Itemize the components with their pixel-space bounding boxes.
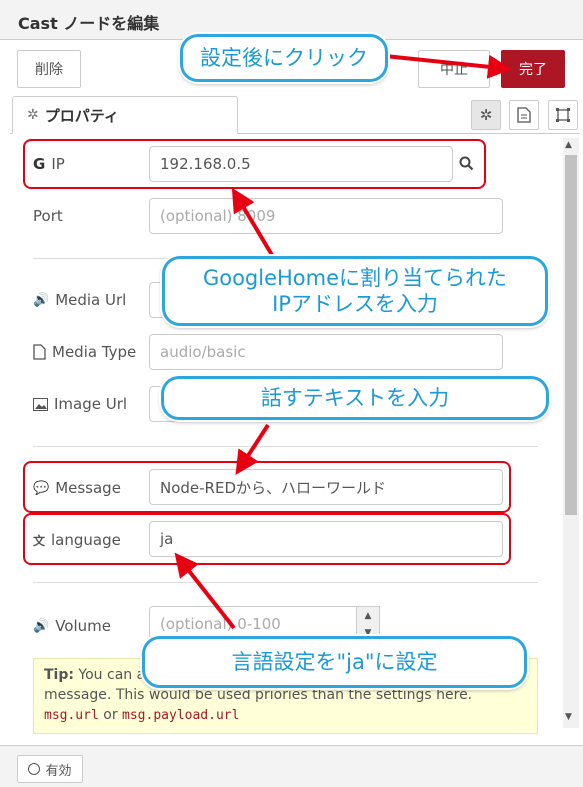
arrow-to-done [384,54,512,79]
arrow-to-ip [231,187,274,257]
callout-lang: 言語設定を"ja"に設定 [142,636,527,688]
callout-text: 話すテキストを入力 [161,376,549,420]
callout-click: 設定後にクリック [180,34,388,82]
callout-ip-line2: IPアドレスを入力 [272,292,438,316]
arrow-to-message [235,423,270,476]
arrow-to-language [174,552,236,630]
callout-ip: GoogleHomeに割り当てられた IPアドレスを入力 [162,256,548,326]
callout-ip-line1: GoogleHomeに割り当てられた [202,265,508,290]
